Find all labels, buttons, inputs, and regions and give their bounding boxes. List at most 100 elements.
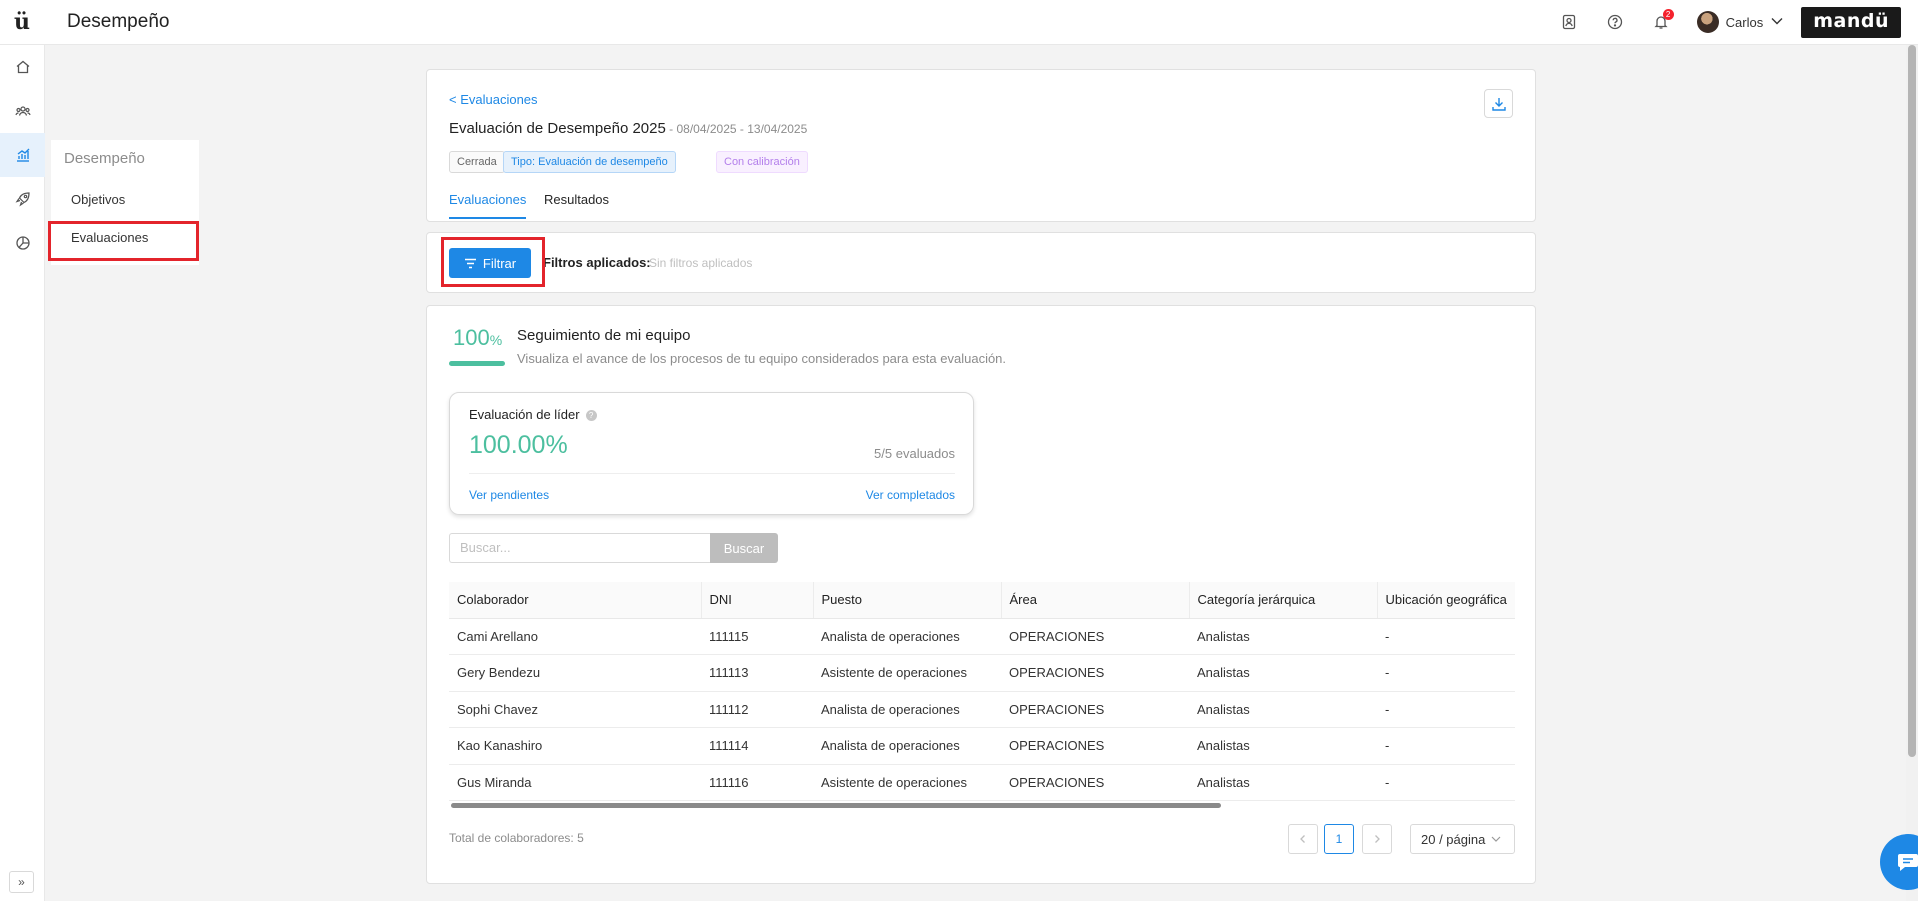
table-cell: Kao Kanashiro [449, 727, 701, 765]
leader-evaluation-percent: 100.00% [469, 431, 568, 459]
left-rail: » [0, 45, 45, 901]
search-input[interactable]: Buscar... [449, 533, 710, 563]
people-icon[interactable] [0, 89, 45, 133]
table-cell: Analista de operaciones [813, 691, 1001, 728]
app-logo[interactable]: ü [0, 0, 44, 44]
table-cell: Asistente de operaciones [813, 764, 1001, 801]
download-button[interactable] [1484, 89, 1513, 118]
table-cell: - [1377, 764, 1515, 801]
page-scrollbar[interactable] [1906, 45, 1918, 901]
column-header[interactable]: Ubicación geográfica [1377, 582, 1515, 619]
tracking-subtitle: Visualiza el avance de los procesos de t… [517, 351, 1007, 366]
page-size-value: 20 / página [1421, 831, 1486, 847]
evaluation-header-card: < Evaluaciones Evaluación de Desempeño 2… [426, 69, 1536, 222]
home-icon[interactable] [0, 45, 45, 89]
team-progress-percent: 100% [453, 325, 503, 350]
info-icon[interactable]: ? [585, 410, 597, 421]
table-cell: - [1377, 727, 1515, 765]
evaluation-name: Evaluación de Desempeño 2025 [449, 120, 666, 137]
table-cell: Analistas [1189, 654, 1377, 692]
table-cell: Gus Miranda [449, 764, 701, 801]
table-cell: OPERACIONES [1001, 618, 1189, 655]
table-header-row: Colaborador DNI Puesto Área Categoría je… [449, 582, 1515, 619]
highlight-box [441, 237, 545, 287]
back-link[interactable]: < Evaluaciones [449, 92, 538, 107]
table-cell: OPERACIONES [1001, 727, 1189, 765]
table-cell: OPERACIONES [1001, 654, 1189, 692]
brand-logo: mandü [1801, 6, 1901, 38]
help-icon[interactable] [1605, 12, 1625, 32]
table-row[interactable]: Gus Miranda 111116 Asistente de operacio… [449, 764, 1515, 801]
submenu-item-objetivos[interactable]: Objetivos [51, 181, 199, 219]
filters-applied-label: Filtros aplicados: [543, 255, 651, 270]
chevron-down-icon[interactable] [1771, 16, 1783, 28]
table-row[interactable]: Sophi Chavez 111112 Analista de operacio… [449, 691, 1515, 728]
next-page-button[interactable] [1362, 824, 1392, 854]
column-header[interactable]: DNI [701, 582, 814, 619]
page-title: Desempeño [67, 11, 170, 32]
table-cell: 111116 [701, 764, 813, 801]
table-cell: Sophi Chavez [449, 691, 701, 728]
page-size-select[interactable]: 20 / página [1410, 824, 1515, 854]
leader-evaluation-count: 5/5 evaluados [874, 446, 955, 461]
notifications-icon[interactable]: 2 [1651, 9, 1674, 32]
table-cell: OPERACIONES [1001, 691, 1189, 728]
table-cell: Analista de operaciones [813, 727, 1001, 765]
chat-button[interactable]: 1 [1880, 834, 1918, 890]
tab-resultados[interactable]: Resultados [544, 192, 609, 217]
filter-card: Filtrar Filtros aplicados: Sin filtros a… [426, 232, 1536, 293]
chat-icon [1898, 854, 1918, 871]
column-header[interactable]: Puesto [813, 582, 1002, 619]
chevron-right-icon [1375, 835, 1380, 843]
scrollbar-thumb[interactable] [1908, 45, 1916, 757]
filters-applied-value: Sin filtros aplicados [649, 256, 753, 270]
table-row[interactable]: Gery Bendezu 111113 Asistente de operaci… [449, 654, 1515, 692]
table-cell: - [1377, 618, 1515, 655]
column-header[interactable]: Categoría jerárquica [1189, 582, 1378, 619]
search-button[interactable]: Buscar [710, 533, 778, 563]
table-cell: - [1377, 691, 1515, 728]
chevron-left-icon [1300, 835, 1305, 843]
team-progress-bar [449, 361, 505, 366]
view-completed-link[interactable]: Ver completados [866, 488, 955, 502]
rocket-icon[interactable] [0, 177, 45, 221]
table-cell: 111113 [701, 654, 813, 692]
divider [469, 473, 955, 474]
notification-badge: 2 [1662, 9, 1674, 20]
type-badge: Tipo: Evaluación de desempeño [503, 151, 676, 173]
tab-evaluaciones[interactable]: Evaluaciones [449, 192, 527, 219]
header-actions: 2 Carlos mandü [1559, 0, 1901, 44]
tracking-title: Seguimiento de mi equipo [517, 327, 691, 344]
chart-icon[interactable] [0, 133, 45, 177]
total-collaborators: Total de colaboradores: 5 [449, 831, 584, 845]
leader-evaluation-title: Evaluación de líder? [469, 407, 597, 422]
column-header[interactable]: Área [1001, 582, 1190, 619]
chevron-down-icon [1491, 834, 1501, 845]
status-badge: Cerrada [449, 151, 505, 173]
table-horizontal-scrollbar[interactable] [451, 803, 1221, 808]
pie-chart-icon[interactable] [0, 221, 45, 265]
evaluation-dates: - 08/04/2025 - 13/04/2025 [665, 122, 808, 136]
highlight-box [48, 221, 199, 261]
download-icon [1491, 97, 1506, 111]
table-cell: - [1377, 654, 1515, 692]
user-name[interactable]: Carlos [1726, 15, 1764, 30]
expand-sidebar-icon[interactable]: » [9, 871, 34, 893]
page-button[interactable]: 1 [1324, 824, 1354, 854]
column-header[interactable]: Colaborador [449, 582, 702, 619]
calibration-badge: Con calibración [716, 151, 808, 173]
table-cell: Analistas [1189, 764, 1377, 801]
table-cell: 111112 [701, 691, 813, 728]
table-cell: Analistas [1189, 618, 1377, 655]
table-cell: Cami Arellano [449, 618, 701, 655]
table-row[interactable]: Kao Kanashiro 111114 Analista de operaci… [449, 727, 1515, 765]
table-cell: Asistente de operaciones [813, 654, 1001, 692]
view-pending-link[interactable]: Ver pendientes [469, 488, 549, 502]
contacts-icon[interactable] [1559, 12, 1579, 32]
evaluation-title: Evaluación de Desempeño 2025 - 08/04/202… [449, 120, 807, 137]
tracking-card: 100% Seguimiento de mi equipo Visualiza … [426, 305, 1536, 884]
collaborators-table: Colaborador DNI Puesto Área Categoría je… [449, 582, 1515, 808]
prev-page-button[interactable] [1288, 824, 1318, 854]
table-row[interactable]: Cami Arellano 111115 Analista de operaci… [449, 618, 1515, 655]
avatar[interactable] [1696, 11, 1719, 33]
